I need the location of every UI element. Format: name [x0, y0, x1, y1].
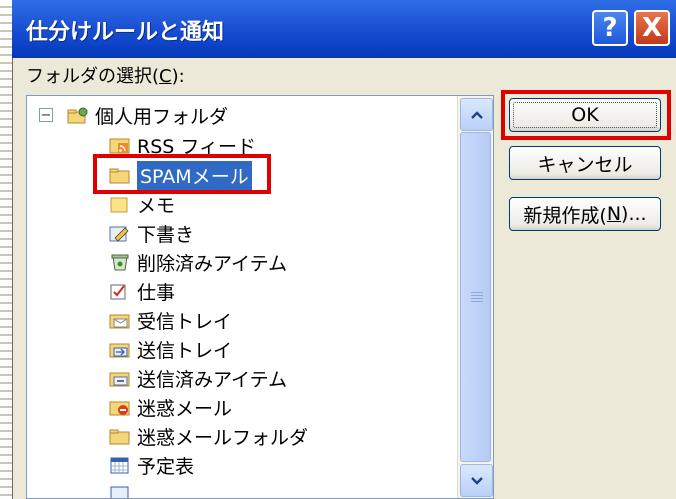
grip-line — [471, 292, 483, 293]
tree-item-inbox[interactable]: 受信トレイ — [109, 306, 232, 334]
sent-items-icon — [109, 369, 131, 387]
notes-icon — [109, 195, 131, 213]
chevron-up-icon — [470, 110, 483, 119]
inbox-icon — [109, 311, 131, 329]
rules-dialog: 仕分けルールと通知 ? X フォルダの選択(C): − 個人用フォルダ RSS … — [0, 0, 676, 499]
folder-label-accesskey: C — [159, 66, 172, 87]
title-bar[interactable]: 仕分けルールと通知 ? X — [12, 0, 676, 58]
tree-item-label: 迷惑メールフォルダ — [137, 426, 309, 449]
help-button[interactable]: ? — [592, 10, 628, 46]
calendar-icon — [109, 456, 131, 474]
outbox-icon — [109, 340, 131, 358]
tree-item-junk-mail[interactable]: 迷惑メール — [109, 393, 232, 421]
tree-item-label: メモ — [137, 194, 176, 217]
tree-item-label: 送信トレイ — [137, 339, 233, 362]
new-folder-label-suffix: )... — [621, 203, 647, 225]
spam-highlight-box — [93, 154, 271, 194]
scroll-thumb[interactable] — [460, 132, 491, 462]
tree-item-label: 受信トレイ — [137, 310, 233, 333]
grip-line — [471, 295, 483, 296]
tree-item-tasks[interactable]: 仕事 — [109, 277, 175, 305]
scroll-up-button[interactable] — [460, 98, 493, 131]
tree-item-sent-items[interactable]: 送信済みアイテム — [109, 364, 287, 392]
collapse-expander[interactable]: − — [39, 108, 53, 122]
folder-select-label: フォルダの選択(C): — [26, 62, 185, 88]
new-folder-accesskey: N — [606, 203, 622, 225]
junk-mail-icon — [109, 398, 131, 416]
contacts-icon — [109, 485, 131, 498]
folder-icon — [109, 427, 131, 445]
rss-feed-icon — [109, 136, 131, 154]
tree-item-label: 仕事 — [137, 281, 176, 304]
tree-item-drafts[interactable]: 下書き — [109, 219, 194, 247]
tree-item-label: 下書き — [137, 223, 195, 246]
cancel-button[interactable]: キャンセル — [509, 146, 661, 180]
tree-item-label: 削除済みアイテム — [137, 252, 288, 275]
tree-item-deleted-items[interactable]: 削除済みアイテム — [109, 248, 287, 276]
tree-item-label: 予定表 — [137, 455, 195, 478]
tree-item-outbox[interactable]: 送信トレイ — [109, 335, 232, 363]
tree-scrollbar[interactable] — [457, 96, 493, 498]
tree-item-notes[interactable]: メモ — [109, 190, 175, 218]
chevron-down-icon — [470, 476, 483, 485]
tree-item-calendar[interactable]: 予定表 — [109, 451, 194, 479]
help-icon: ? — [602, 13, 618, 43]
tree-item-personal-folders[interactable]: 個人用フォルダ — [67, 101, 228, 129]
deleted-items-icon — [109, 253, 131, 271]
tree-item-partial — [109, 480, 137, 498]
folder-label-prefix: フォルダの選択( — [26, 66, 160, 87]
close-icon: X — [641, 13, 663, 43]
tree-item-label: 迷惑メール — [137, 397, 233, 420]
tasks-icon — [109, 282, 131, 300]
background-window-edge — [0, 0, 13, 499]
tree-item-junk-mail-folder[interactable]: 迷惑メールフォルダ — [109, 422, 308, 450]
folder-label-suffix: ): — [171, 66, 185, 87]
new-folder-label-prefix: 新規作成( — [523, 204, 607, 227]
collapse-expander-glyph: − — [40, 107, 52, 123]
grip-line — [471, 301, 483, 302]
grip-line — [471, 298, 483, 299]
drafts-icon — [109, 224, 131, 242]
new-folder-button[interactable]: 新規作成(N)... — [509, 197, 661, 231]
dialog-title: 仕分けルールと通知 — [26, 20, 225, 45]
scroll-down-button[interactable] — [460, 464, 493, 497]
tree-item-label: 送信済みアイテム — [137, 368, 288, 391]
close-button[interactable]: X — [634, 10, 670, 46]
ok-highlight-box — [501, 90, 671, 140]
personal-folders-icon — [67, 106, 89, 124]
tree-item-label: 個人用フォルダ — [95, 105, 229, 128]
